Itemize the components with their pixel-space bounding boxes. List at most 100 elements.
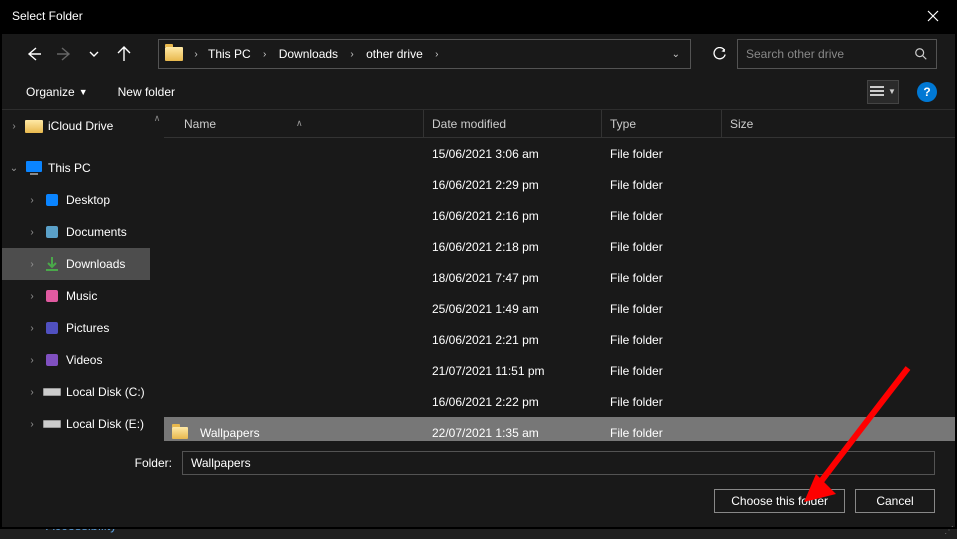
expand-icon[interactable]: ⌄ [8, 163, 20, 174]
tree-item[interactable]: ›iCloud Drive [2, 110, 164, 142]
dropdown-arrow-icon: ▼ [888, 87, 896, 96]
new-folder-label: New folder [118, 85, 175, 99]
window-title: Select Folder [12, 9, 921, 23]
file-date: 22/07/2021 1:35 am [424, 426, 602, 440]
expand-icon[interactable]: › [26, 387, 38, 398]
tree-item-label: This PC [48, 161, 91, 175]
tree-item[interactable]: ›Music [2, 280, 164, 312]
up-button[interactable] [110, 40, 138, 68]
close-icon [927, 10, 939, 22]
column-size-header[interactable]: Size [722, 110, 802, 137]
file-row[interactable]: 16/06/2021 2:16 pmFile folder [164, 200, 955, 231]
tree-item[interactable]: › Desktop [2, 184, 164, 216]
file-name: Wallpapers [200, 426, 260, 440]
address-bar[interactable]: › This PC›Downloads›other drive› ⌄ [158, 39, 691, 69]
resize-grip-icon[interactable]: ⋰ [944, 525, 954, 536]
expand-icon[interactable]: › [26, 291, 38, 302]
tree-item[interactable]: ›Videos [2, 344, 164, 376]
file-row[interactable]: 25/06/2021 1:49 amFile folder [164, 293, 955, 324]
music-icon [41, 287, 63, 305]
expand-icon[interactable]: › [26, 227, 38, 238]
tree-item-label: Downloads [66, 257, 125, 271]
file-header: Name ∧ Date modified Type Size [164, 110, 955, 138]
file-row[interactable]: 18/06/2021 7:47 pmFile folder [164, 262, 955, 293]
search-bar[interactable] [737, 39, 937, 69]
file-row[interactable]: 21/07/2021 11:51 pmFile folder [164, 355, 955, 386]
file-date: 16/06/2021 2:21 pm [424, 333, 602, 347]
expand-icon[interactable]: › [26, 355, 38, 366]
forward-button[interactable] [50, 40, 78, 68]
file-row[interactable]: 16/06/2021 2:29 pmFile folder [164, 169, 955, 200]
expand-icon[interactable]: › [26, 195, 38, 206]
file-row[interactable]: 16/06/2021 2:21 pmFile folder [164, 324, 955, 355]
breadcrumb-separator[interactable]: › [345, 49, 359, 60]
button-row: Choose this folder Cancel [22, 489, 935, 513]
organize-label: Organize [26, 85, 75, 99]
file-row[interactable]: 16/06/2021 2:22 pmFile folder [164, 386, 955, 417]
tree-item[interactable]: › Documents [2, 216, 164, 248]
search-icon [914, 47, 928, 61]
file-type: File folder [602, 364, 722, 378]
expand-icon[interactable]: › [26, 259, 38, 270]
breadcrumb-item[interactable]: other drive [361, 44, 428, 64]
navigation-row: › This PC›Downloads›other drive› ⌄ [2, 34, 955, 74]
folder-icon [23, 117, 45, 135]
tree-item-label: Local Disk (C:) [66, 385, 145, 399]
breadcrumb-separator[interactable]: › [189, 49, 203, 60]
tree-item[interactable]: ›Pictures [2, 312, 164, 344]
breadcrumb-item[interactable]: This PC [203, 44, 256, 64]
titlebar: Select Folder [0, 0, 957, 32]
bottom-area: Folder: Choose this folder Cancel [2, 441, 955, 527]
file-row[interactable]: 16/06/2021 2:18 pmFile folder [164, 231, 955, 262]
address-dropdown[interactable]: ⌄ [668, 45, 684, 64]
column-type-header[interactable]: Type [602, 110, 722, 137]
list-view-icon [870, 86, 884, 98]
arrow-up-icon [116, 46, 132, 62]
tree-item[interactable]: ⌄ This PC [2, 152, 164, 184]
breadcrumb-separator[interactable]: › [258, 49, 272, 60]
help-button[interactable]: ? [917, 82, 937, 102]
file-date: 16/06/2021 2:16 pm [424, 209, 602, 223]
chevron-down-icon [88, 48, 100, 60]
tree-scrollbar[interactable]: ∧ [150, 110, 164, 441]
expand-icon[interactable]: › [8, 121, 20, 132]
tree-panel: ∧ ›iCloud Drive ⌄ This PC › Desktop › Document… [2, 110, 164, 441]
cancel-button[interactable]: Cancel [855, 489, 935, 513]
search-input[interactable] [746, 47, 914, 61]
tree-item-label: Desktop [66, 193, 110, 207]
column-name-header[interactable]: Name ∧ [164, 110, 424, 137]
disk-icon [41, 383, 63, 401]
tree-item-label: Documents [66, 225, 127, 239]
file-row[interactable]: Wallpapers22/07/2021 1:35 amFile folder [164, 417, 955, 441]
refresh-button[interactable] [703, 39, 735, 69]
breadcrumb-separator[interactable]: › [430, 49, 444, 60]
file-row[interactable]: 15/06/2021 3:06 amFile folder [164, 138, 955, 169]
file-type: File folder [602, 302, 722, 316]
file-date: 18/06/2021 7:47 pm [424, 271, 602, 285]
dropdown-arrow-icon: ▼ [79, 87, 88, 97]
file-type: File folder [602, 178, 722, 192]
view-options-button[interactable]: ▼ [867, 80, 899, 104]
breadcrumb-item[interactable]: Downloads [274, 44, 343, 64]
file-type: File folder [602, 271, 722, 285]
file-date: 16/06/2021 2:29 pm [424, 178, 602, 192]
tree-item[interactable]: › Downloads [2, 248, 164, 280]
organize-button[interactable]: Organize ▼ [20, 81, 94, 103]
tree-item[interactable]: ›Local Disk (E:) [2, 408, 164, 440]
folder-input[interactable] [182, 451, 935, 475]
downloads-icon [41, 255, 63, 273]
pc-icon [23, 159, 45, 177]
expand-icon[interactable]: › [26, 323, 38, 334]
new-folder-button[interactable]: New folder [112, 81, 181, 103]
choose-folder-button[interactable]: Choose this folder [714, 489, 845, 513]
scroll-up-icon[interactable]: ∧ [150, 110, 164, 126]
recent-button[interactable] [80, 40, 108, 68]
column-date-header[interactable]: Date modified [424, 110, 602, 137]
close-button[interactable] [921, 4, 945, 28]
file-type: File folder [602, 333, 722, 347]
file-type: File folder [602, 147, 722, 161]
file-date: 15/06/2021 3:06 am [424, 147, 602, 161]
back-button[interactable] [20, 40, 48, 68]
tree-item[interactable]: › Local Disk (C:) [2, 376, 164, 408]
expand-icon[interactable]: › [26, 419, 38, 430]
